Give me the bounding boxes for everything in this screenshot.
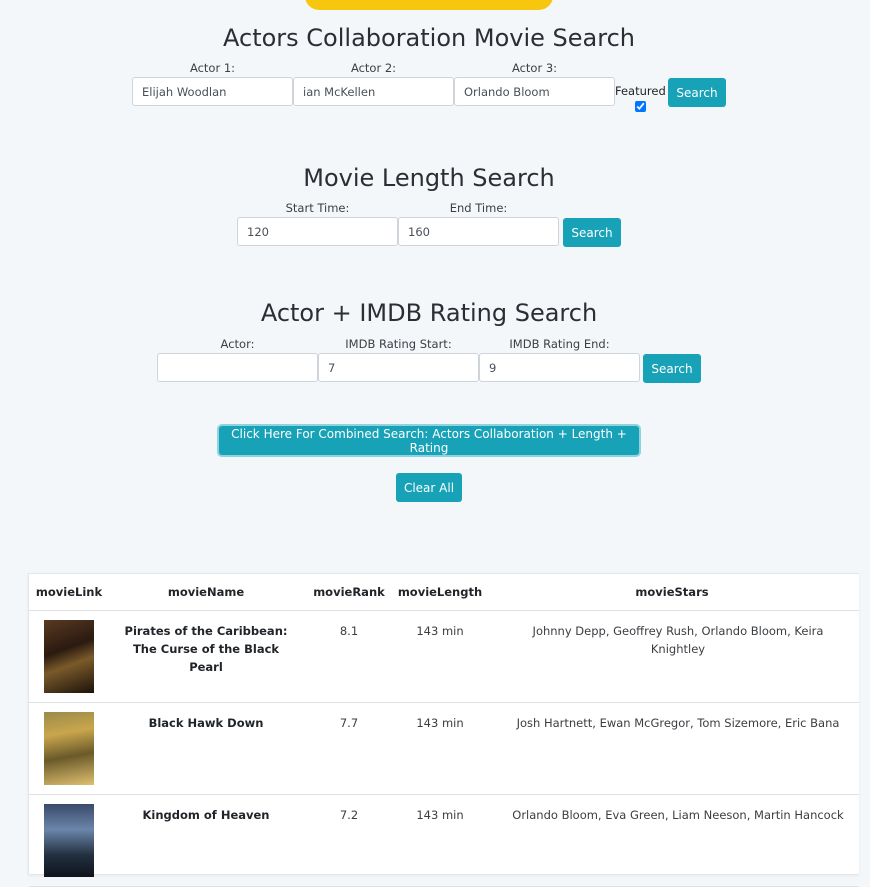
movie-stars-cell: Josh Hartnett, Ewan McGregor, Tom Sizemo… [485,702,859,795]
rating-search-button[interactable]: Search [643,354,701,383]
movie-poster-image[interactable] [44,620,94,693]
results-table: movieLink movieName movieRank movieLengt… [29,574,859,887]
movie-length-cell: 143 min [395,610,485,703]
table-row: Kingdom of Heaven 7.2 143 min Orlando Bl… [29,794,859,887]
results-table-card: movieLink movieName movieRank movieLengt… [28,573,859,887]
length-search-button[interactable]: Search [563,218,621,247]
actor3-input[interactable] [454,77,615,106]
actors-search-button[interactable]: Search [668,78,726,107]
movie-link-cell [29,702,109,795]
featured-label: Featured [615,84,666,98]
movie-length-cell: 143 min [395,794,485,887]
rating-end-input[interactable] [479,353,640,382]
actors-search-title: Actors Collaboration Movie Search [223,24,635,52]
movie-rank-cell: 7.2 [303,794,395,887]
movie-link-cell [29,794,109,887]
movie-stars-cell: Orlando Bloom, Eva Green, Liam Neeson, M… [485,794,859,887]
rating-actor-label: Actor: [220,337,255,351]
movie-link-cell [29,610,109,703]
movie-name-cell: Kingdom of Heaven [109,794,303,887]
clear-all-button[interactable]: Clear All [396,473,462,502]
column-header-movielink[interactable]: movieLink [29,574,109,611]
table-header-row: movieLink movieName movieRank movieLengt… [29,574,859,611]
movie-name-cell: Black Hawk Down [109,702,303,795]
actor1-input[interactable] [132,77,293,106]
combined-search-button[interactable]: Click Here For Combined Search: Actors C… [219,426,639,455]
movie-poster-image[interactable] [44,712,94,785]
movie-name-cell: Pirates of the Caribbean: The Curse of t… [109,610,303,703]
rating-end-label: IMDB Rating End: [509,337,610,351]
rating-start-label: IMDB Rating Start: [345,337,452,351]
end-time-label: End Time: [449,201,508,215]
actor2-input[interactable] [293,77,454,106]
movie-rank-cell: 8.1 [303,610,395,703]
actor1-label: Actor 1: [189,61,236,75]
start-time-label: Start Time: [285,201,350,215]
featured-checkbox[interactable] [635,101,646,112]
top-banner-tab [305,0,553,10]
actor2-label: Actor 2: [350,61,397,75]
rating-start-input[interactable] [318,353,479,382]
table-row: Black Hawk Down 7.7 143 min Josh Hartnet… [29,702,859,795]
start-time-input[interactable] [237,217,398,246]
rating-search-title: Actor + IMDB Rating Search [260,299,598,327]
length-search-title: Movie Length Search [303,164,555,192]
movie-stars-cell: Johnny Depp, Geoffrey Rush, Orlando Bloo… [485,610,859,703]
movie-poster-image[interactable] [44,804,94,877]
column-header-movierank[interactable]: movieRank [303,574,395,611]
movie-length-cell: 143 min [395,702,485,795]
movie-rank-cell: 7.7 [303,702,395,795]
end-time-input[interactable] [398,217,559,246]
rating-actor-input[interactable] [157,353,318,382]
column-header-movielength[interactable]: movieLength [395,574,485,611]
actor3-label: Actor 3: [511,61,558,75]
column-header-moviestars[interactable]: movieStars [485,574,859,611]
column-header-moviename[interactable]: movieName [109,574,303,611]
table-row: Pirates of the Caribbean: The Curse of t… [29,610,859,703]
